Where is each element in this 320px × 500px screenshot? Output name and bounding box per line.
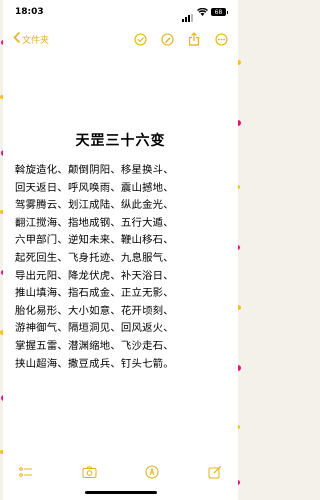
phone-screen: 18:03 68 文件夹 天罡三十六变 斡旋造化、颠倒阴阳、移星换斗、 回天返日… bbox=[3, 0, 238, 500]
note-line: 回天返日、呼风唤雨、震山撼地、 bbox=[15, 181, 174, 194]
note-title: 天罡三十六变 bbox=[75, 133, 166, 149]
note-line: 推山填海、指石成金、正立无影、 bbox=[15, 287, 174, 300]
status-bar: 18:03 68 bbox=[3, 0, 238, 24]
compose-icon[interactable] bbox=[208, 465, 222, 479]
nav-actions bbox=[133, 32, 228, 46]
cellular-signal-icon bbox=[182, 3, 194, 22]
note-line: 导出元阳、降龙伏虎、补天浴日、 bbox=[15, 269, 174, 282]
wifi-icon bbox=[197, 8, 208, 16]
back-label: 文件夹 bbox=[22, 35, 50, 46]
status-icons: 68 bbox=[182, 3, 228, 22]
note-line: 胎化易形、大小如意、花开顷刻、 bbox=[15, 304, 174, 317]
back-button[interactable]: 文件夹 bbox=[13, 32, 49, 46]
note-line: 六甲部门、逆知未来、鞭山移石、 bbox=[15, 234, 174, 247]
battery-icon: 68 bbox=[211, 8, 228, 16]
home-indicator[interactable] bbox=[84, 491, 157, 494]
note-line: 起死回生、飞身托迹、九息服气、 bbox=[15, 251, 174, 264]
battery-level: 68 bbox=[214, 8, 223, 16]
checklist-icon[interactable] bbox=[19, 466, 33, 479]
chevron-left-icon bbox=[13, 32, 20, 46]
more-options-icon[interactable] bbox=[214, 32, 228, 46]
note-line: 游神御气、隔垣洞见、回风返火、 bbox=[15, 322, 174, 335]
camera-icon[interactable] bbox=[82, 466, 97, 478]
note-line: 挟山超海、撒豆成兵、钉头七箭。 bbox=[15, 357, 174, 370]
status-time: 18:03 bbox=[15, 7, 44, 17]
note-line: 斡旋造化、颠倒阴阳、移星换斗、 bbox=[15, 164, 174, 176]
note-line: 掌握五雷、潜渊缩地、飞沙走石、 bbox=[15, 339, 174, 352]
share-icon[interactable] bbox=[187, 32, 201, 46]
pen-markup-icon[interactable] bbox=[145, 465, 159, 479]
markup-pen-icon[interactable] bbox=[160, 32, 174, 46]
note-line: 驾雾腾云、划江成陆、纵此金光、 bbox=[15, 199, 174, 212]
note-toolbar bbox=[3, 462, 238, 482]
note-body[interactable]: 天罡三十六变 斡旋造化、颠倒阴阳、移星换斗、 回天返日、呼风唤雨、震山撼地、 驾… bbox=[15, 130, 226, 373]
note-line: 翻江搅海、指地成钢、五行大遁、 bbox=[15, 216, 174, 229]
note-navbar: 文件夹 bbox=[3, 24, 238, 54]
share-collab-icon[interactable] bbox=[133, 32, 147, 46]
